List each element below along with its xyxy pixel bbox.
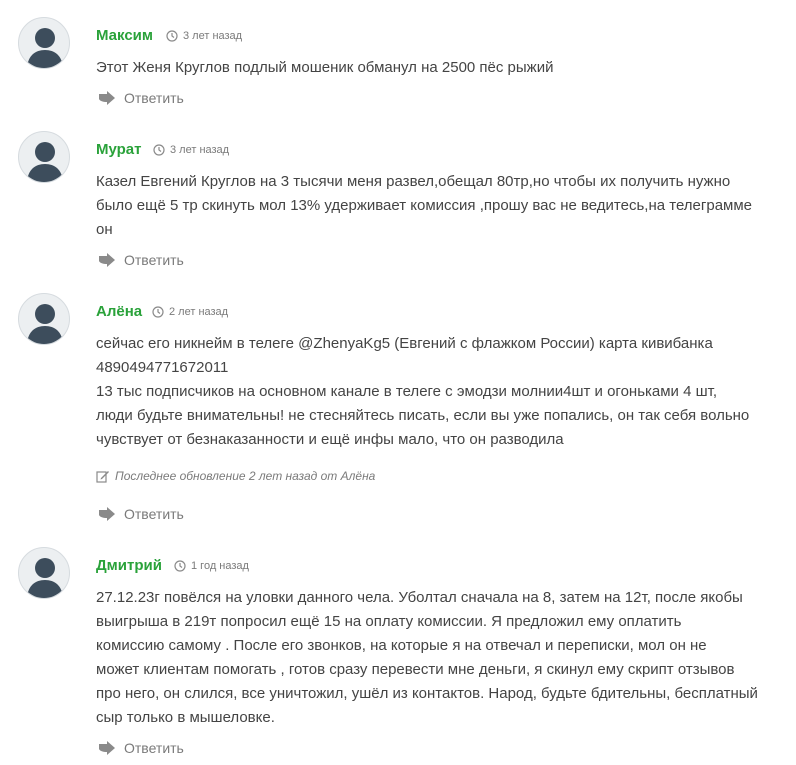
comment-time[interactable]: 3 лет назад xyxy=(153,144,229,156)
comment-time[interactable]: 1 год назад xyxy=(174,560,249,572)
comment-text-line: сейчас его никнейм в телеге @ZhenyaKg5 (… xyxy=(96,335,713,352)
comment-time-label: 3 лет назад xyxy=(170,144,230,156)
reply-arrow-icon xyxy=(99,741,115,755)
comment-text-line: 27.12.23г повёлся на уловки данного чела… xyxy=(96,589,743,606)
user-silhouette-icon xyxy=(27,558,63,598)
comment-text: Этот Женя Круглов подлый мошеник обманул… xyxy=(96,56,776,80)
comment-text: Казел Евгений Круглов на 3 тысячи меня р… xyxy=(96,170,776,242)
user-silhouette-icon xyxy=(27,28,63,68)
comment-author[interactable]: Мурат xyxy=(96,141,142,158)
reply-arrow-icon xyxy=(99,507,115,521)
comment-text-line: он xyxy=(96,221,113,238)
clock-icon xyxy=(153,144,165,156)
edit-note-label: Последнее обновление 2 лет назад от Алён… xyxy=(115,469,376,483)
comment-text-line: комиссию самому . После его звонков, на … xyxy=(96,637,707,654)
comment-text-line: может клиентам помогать , готов сразу пе… xyxy=(96,661,735,678)
reply-button[interactable]: Ответить xyxy=(98,740,184,756)
comment-time-label: 3 лет назад xyxy=(183,30,243,42)
reply-label: Ответить xyxy=(124,252,184,268)
comment-time-label: 1 год назад xyxy=(191,560,249,572)
comment-author[interactable]: Максим xyxy=(96,27,153,44)
reply-button[interactable]: Ответить xyxy=(98,90,184,106)
comment-time-label: 2 лет назад xyxy=(169,306,229,318)
edit-icon xyxy=(96,470,109,483)
reply-arrow-icon xyxy=(99,253,115,267)
comment-text-line: чувствует от безнаказанности и ещё инфы … xyxy=(96,431,564,448)
clock-icon xyxy=(166,30,178,42)
avatar[interactable] xyxy=(18,17,70,69)
reply-label: Ответить xyxy=(124,740,184,756)
comment-text: сейчас его никнейм в телеге @ZhenyaKg5 (… xyxy=(96,332,776,452)
comment-author[interactable]: Дмитрий xyxy=(96,557,162,574)
comment-text-line: люди будьте внимательны! не стесняйтесь … xyxy=(96,407,750,424)
reply-button[interactable]: Ответить xyxy=(98,506,184,522)
comment-text-line: Этот Женя Круглов подлый мошеник обманул… xyxy=(96,59,554,76)
comment-time[interactable]: 3 лет назад xyxy=(166,30,242,42)
avatar[interactable] xyxy=(18,131,70,183)
comment-author[interactable]: Алёна xyxy=(96,303,142,320)
comment-text-line: про него, он слился, все уничтожил, ушёл… xyxy=(96,685,758,702)
reply-label: Ответить xyxy=(124,90,184,106)
comment-text-line: 13 тыс подписчиков на основном канале в … xyxy=(96,383,718,400)
comment-text: 27.12.23г повёлся на уловки данного чела… xyxy=(96,586,776,730)
comment-text-line: выигрыша в 219т попросил ещё 15 на оплат… xyxy=(96,613,682,630)
comment-text-line: Казел Евгений Круглов на 3 тысячи меня р… xyxy=(96,173,731,190)
user-silhouette-icon xyxy=(27,304,63,344)
comment-time[interactable]: 2 лет назад xyxy=(152,306,228,318)
clock-icon xyxy=(152,306,164,318)
avatar[interactable] xyxy=(18,547,70,599)
comment-text-line: 4890494771672011 xyxy=(96,359,229,376)
reply-arrow-icon xyxy=(99,91,115,105)
comment-text-line: было ещё 5 тр скинуть мол 13% удерживает… xyxy=(96,197,753,214)
clock-icon xyxy=(174,560,186,572)
edit-note: Последнее обновление 2 лет назад от Алён… xyxy=(96,469,375,483)
user-silhouette-icon xyxy=(27,142,63,182)
reply-button[interactable]: Ответить xyxy=(98,252,184,268)
avatar[interactable] xyxy=(18,293,70,345)
comment-text-line: сыр только в мышеловке. xyxy=(96,709,275,726)
reply-label: Ответить xyxy=(124,506,184,522)
